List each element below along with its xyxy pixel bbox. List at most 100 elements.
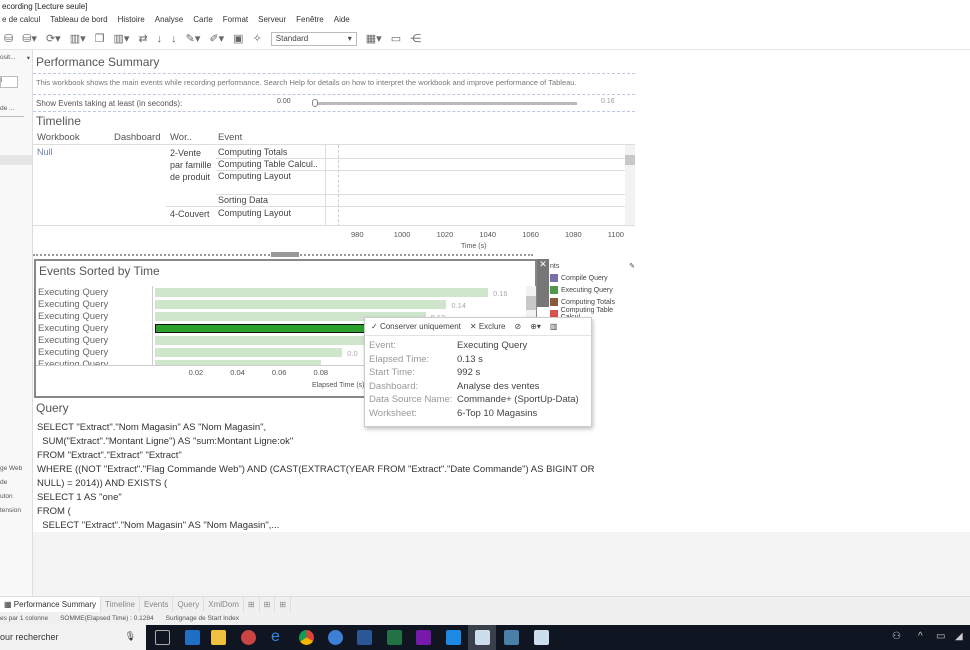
tab-timeline[interactable]: Timeline [101,597,140,612]
set-icon[interactable]: ⊕▾ [530,322,541,331]
col-dashboard[interactable]: Dashboard [114,132,160,143]
app-icon[interactable] [446,630,461,645]
menu-format[interactable]: Format [223,15,248,27]
tableau-icon[interactable] [475,630,490,645]
left-select[interactable]: osit... ▾ [0,54,32,66]
edge-icon[interactable]: e [271,629,286,645]
share-icon[interactable]: ⋲ [410,32,421,45]
legend-item[interactable]: Executing Query [550,284,635,296]
highlight-icon[interactable]: ✎▾ [186,32,201,45]
show-me-icon[interactable]: ▦▾ [366,32,382,45]
object-item[interactable]: uton [0,493,32,507]
close-icon[interactable]: ✕ [537,259,549,270]
event-bar[interactable] [155,348,343,357]
event-row-label[interactable]: Executing Query [38,323,108,334]
exclude-button[interactable]: ✕ Exclure [470,322,506,331]
timeline-scrollbar[interactable] [625,145,635,225]
pin-icon[interactable]: ✧ [253,32,262,45]
event-row-label[interactable]: Executing Query [38,335,108,346]
pause-updates-icon[interactable]: ⛁▾ [22,32,37,45]
menu-story[interactable]: Histoire [118,15,145,27]
col-workbook[interactable]: Workbook [37,132,80,143]
legend-swatch [550,298,558,306]
toolbar: ⛁ ⛁▾ ⟳▾ ▥▾ ❐ ▥▾ ⇄ ↓ ↓ ✎▾ ✐▾ ▣ ✧ Standard… [0,28,970,50]
menu-server[interactable]: Serveur [258,15,286,27]
label-icon[interactable]: ▣ [233,32,243,45]
word-icon[interactable] [357,630,372,645]
new-dashboard-icon[interactable]: ⊞ [260,597,276,612]
menu-analysis[interactable]: Analyse [155,15,183,27]
event-bar[interactable] [155,300,447,309]
swap-icon[interactable]: ⇄ [138,32,147,45]
menu-calcul[interactable]: e de calcul [2,15,40,27]
splitter-handle[interactable] [271,252,299,257]
microphone-icon[interactable]: 🎙 [125,631,136,642]
new-story-icon[interactable]: ⊞ [275,597,292,612]
task-view-icon[interactable] [155,630,170,645]
chrome-icon[interactable] [299,630,314,645]
fit-select[interactable]: Standard ▾ [270,31,357,46]
tab-query[interactable]: Query [173,597,205,612]
refresh-icon[interactable]: ⟳▾ [46,32,61,45]
col-event[interactable]: Event [218,132,242,143]
timeline-title: Timeline [36,114,81,128]
tab-xmldom[interactable]: XmlDom [204,597,244,612]
event-row-label[interactable]: Executing Query [38,299,108,310]
selected-item[interactable] [0,155,32,165]
new-datasource-icon[interactable]: ⛁ [4,32,13,45]
menu-window[interactable]: Fenêtre [296,15,324,27]
new-sheet-icon[interactable]: ⊞ [244,597,260,612]
battery-icon[interactable]: ▭ [936,631,945,642]
menu-dashboard[interactable]: Tableau de bord [50,15,107,27]
clear-sheet-icon[interactable]: ▥▾ [114,32,130,45]
presentation-icon[interactable]: ▭ [391,32,401,45]
tableau-icon[interactable] [504,630,519,645]
view-data-icon[interactable]: ▥ [550,322,558,331]
object-item[interactable]: tension [0,507,32,521]
query-line: NULL) = 2014)) AND EXISTS ( [37,478,168,489]
object-item[interactable]: ge Web [0,465,32,479]
menu-map[interactable]: Carte [193,15,213,27]
menu-bar: e de calcul Tableau de bord Histoire Ana… [0,13,970,27]
chevron-up-icon[interactable]: ^ [918,631,923,642]
wifi-icon[interactable]: ◢ [955,631,963,642]
tab-events[interactable]: Events [140,597,174,612]
timeline-table: Null 2-Vente par famille de produit 4-Co… [33,144,635,226]
object-item[interactable]: de [0,479,32,493]
event-bar[interactable] [155,288,488,297]
duplicate-icon[interactable]: ❐ [95,32,105,45]
filter-slider[interactable] [315,102,577,105]
people-icon[interactable]: ⚇ [892,631,901,642]
sort-desc-icon[interactable]: ↓ [171,33,177,45]
window-title: ecording [Lecture seule] [2,2,88,11]
page-title: Performance Summary [33,50,635,74]
left-button[interactable]: l [0,76,18,88]
app-icon[interactable] [328,630,343,645]
axis-tick-label: 0.08 [313,368,329,377]
taskbar-search[interactable]: our rechercher 🎙 [0,625,146,650]
group-icon[interactable]: ⊘ [515,322,522,331]
query-line: SELECT "Extract"."Nom Magasin" AS "Nom M… [37,520,280,531]
legend-item[interactable]: Compile Query [550,272,635,284]
event-row-label[interactable]: Executing Query [38,347,108,358]
event-row-label[interactable]: Executing Query [38,311,108,322]
tooltip-field: Elapsed Time: 0.13 s [365,353,591,367]
menu-help[interactable]: Aide [334,15,350,27]
outlook-icon[interactable] [185,630,200,645]
tooltip-field: Start Time: 992 s [365,366,591,380]
sort-asc-icon[interactable]: ↓ [157,33,163,45]
onenote-icon[interactable] [416,630,431,645]
excel-icon[interactable] [387,630,402,645]
tableau-icon[interactable] [534,630,549,645]
new-worksheet-icon[interactable]: ▥▾ [70,32,86,45]
slider-handle[interactable] [312,99,318,107]
tooltip-value: 0.13 s [457,353,483,365]
clear-format-icon[interactable]: ✐▾ [209,32,224,45]
left-select-2[interactable]: de ... [0,105,24,117]
tab-performance-summary[interactable]: ▦ Performance Summary [0,597,102,612]
event-row-label[interactable]: Executing Query [38,287,108,298]
keep-only-button[interactable]: ✓ Conserver uniquement [371,322,461,331]
col-worksheet[interactable]: Wor.. [170,132,192,143]
app-icon[interactable] [241,630,256,645]
file-explorer-icon[interactable] [211,630,226,645]
